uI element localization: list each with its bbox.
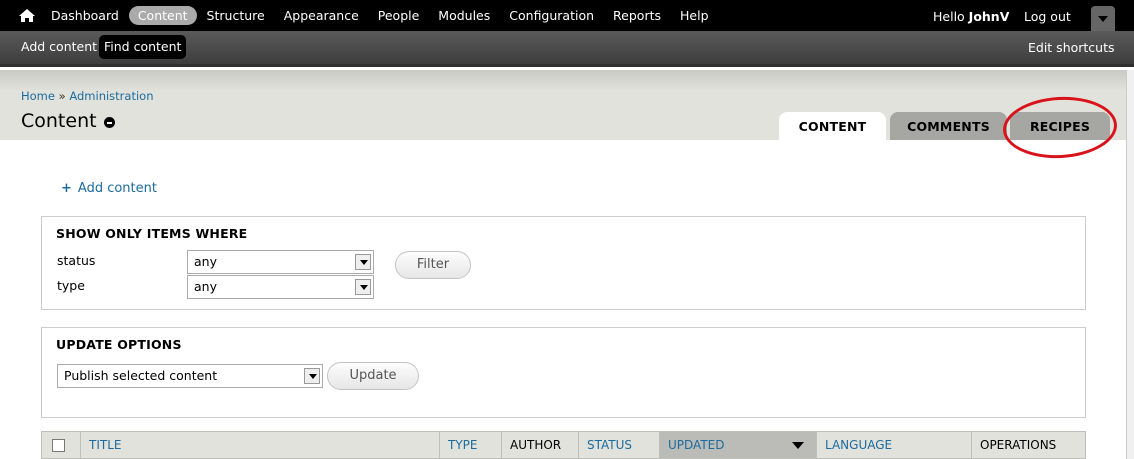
column-title[interactable]: TITLE bbox=[81, 432, 440, 458]
filter-button[interactable]: Filter bbox=[395, 251, 471, 279]
tab-comments[interactable]: COMMENTS bbox=[890, 112, 1007, 140]
scrollbar[interactable] bbox=[1126, 70, 1134, 459]
sort-descending-icon bbox=[792, 442, 804, 449]
status-select[interactable]: any bbox=[187, 250, 374, 274]
page-title: Content bbox=[21, 110, 97, 132]
username-link[interactable]: JohnV bbox=[969, 9, 1010, 24]
edit-shortcuts-link[interactable]: Edit shortcuts bbox=[1028, 40, 1115, 55]
page-header: Home » Administration Content CONTENT CO… bbox=[0, 70, 1134, 140]
filter-fieldset: SHOW ONLY ITEMS WHERE status any type an… bbox=[41, 216, 1086, 310]
logout-link[interactable]: Log out bbox=[1024, 9, 1071, 24]
chevron-down-icon bbox=[1098, 16, 1108, 22]
home-icon[interactable] bbox=[16, 6, 38, 26]
breadcrumb-administration[interactable]: Administration bbox=[69, 89, 153, 103]
hello-text: Hello bbox=[933, 9, 965, 24]
update-options-title: UPDATE OPTIONS bbox=[56, 337, 182, 352]
menu-item-dashboard[interactable]: Dashboard bbox=[42, 6, 128, 25]
column-type[interactable]: TYPE bbox=[440, 432, 502, 458]
menu-item-people[interactable]: People bbox=[369, 6, 429, 25]
filter-title: SHOW ONLY ITEMS WHERE bbox=[56, 226, 248, 241]
status-label: status bbox=[57, 253, 96, 268]
select-all-cell bbox=[42, 432, 81, 458]
update-action-select[interactable]: Publish selected content bbox=[57, 364, 323, 388]
menu-item-reports[interactable]: Reports bbox=[604, 6, 670, 25]
type-select[interactable]: any bbox=[187, 275, 374, 299]
remove-shortcut-icon[interactable] bbox=[104, 117, 115, 128]
column-updated[interactable]: UPDATED bbox=[660, 432, 817, 458]
column-author: AUTHOR bbox=[502, 432, 579, 458]
update-action-value: Publish selected content bbox=[64, 368, 218, 383]
breadcrumb-separator: » bbox=[58, 89, 66, 103]
column-operations: OPERATIONS bbox=[980, 438, 1057, 452]
select-all-checkbox[interactable] bbox=[52, 439, 65, 452]
add-content-link[interactable]: Add content bbox=[78, 181, 157, 196]
menu-item-content[interactable]: Content bbox=[128, 6, 197, 25]
menu-item-help[interactable]: Help bbox=[671, 6, 718, 25]
breadcrumb-home[interactable]: Home bbox=[21, 89, 55, 103]
column-status[interactable]: STATUS bbox=[579, 432, 660, 458]
admin-toolbar: Dashboard Content Structure Appearance P… bbox=[0, 0, 1134, 31]
type-select-value: any bbox=[194, 279, 217, 294]
add-content-action[interactable]: + Add content bbox=[61, 181, 157, 196]
column-updated-label: UPDATED bbox=[668, 438, 725, 452]
shortcut-find-content[interactable]: Find content bbox=[99, 35, 187, 59]
tab-content[interactable]: CONTENT bbox=[779, 112, 886, 140]
update-button[interactable]: Update bbox=[327, 362, 419, 390]
toolbar-menu: Dashboard Content Structure Appearance P… bbox=[42, 0, 719, 31]
chevron-down-icon bbox=[355, 254, 371, 270]
chevron-down-icon bbox=[304, 368, 320, 384]
menu-item-modules[interactable]: Modules bbox=[429, 6, 499, 25]
content-table-header: TITLE TYPE AUTHOR STATUS UPDATED LANGUAG… bbox=[41, 431, 1086, 459]
type-label: type bbox=[57, 278, 85, 293]
breadcrumb: Home » Administration bbox=[21, 89, 153, 103]
menu-item-configuration[interactable]: Configuration bbox=[500, 6, 603, 25]
status-select-value: any bbox=[194, 254, 217, 269]
shortcuts-bar: Add content Find content Edit shortcuts bbox=[0, 31, 1134, 67]
menu-item-structure[interactable]: Structure bbox=[198, 6, 274, 25]
chevron-down-icon bbox=[355, 279, 371, 295]
update-options-fieldset: UPDATE OPTIONS Publish selected content … bbox=[41, 327, 1086, 418]
menu-item-appearance[interactable]: Appearance bbox=[275, 6, 368, 25]
user-greeting: Hello JohnV bbox=[933, 9, 1009, 24]
shortcuts-toggle-button[interactable] bbox=[1091, 6, 1115, 31]
plus-icon: + bbox=[61, 181, 72, 196]
column-language[interactable]: LANGUAGE bbox=[817, 432, 972, 458]
shortcut-add-content[interactable]: Add content bbox=[16, 35, 102, 59]
